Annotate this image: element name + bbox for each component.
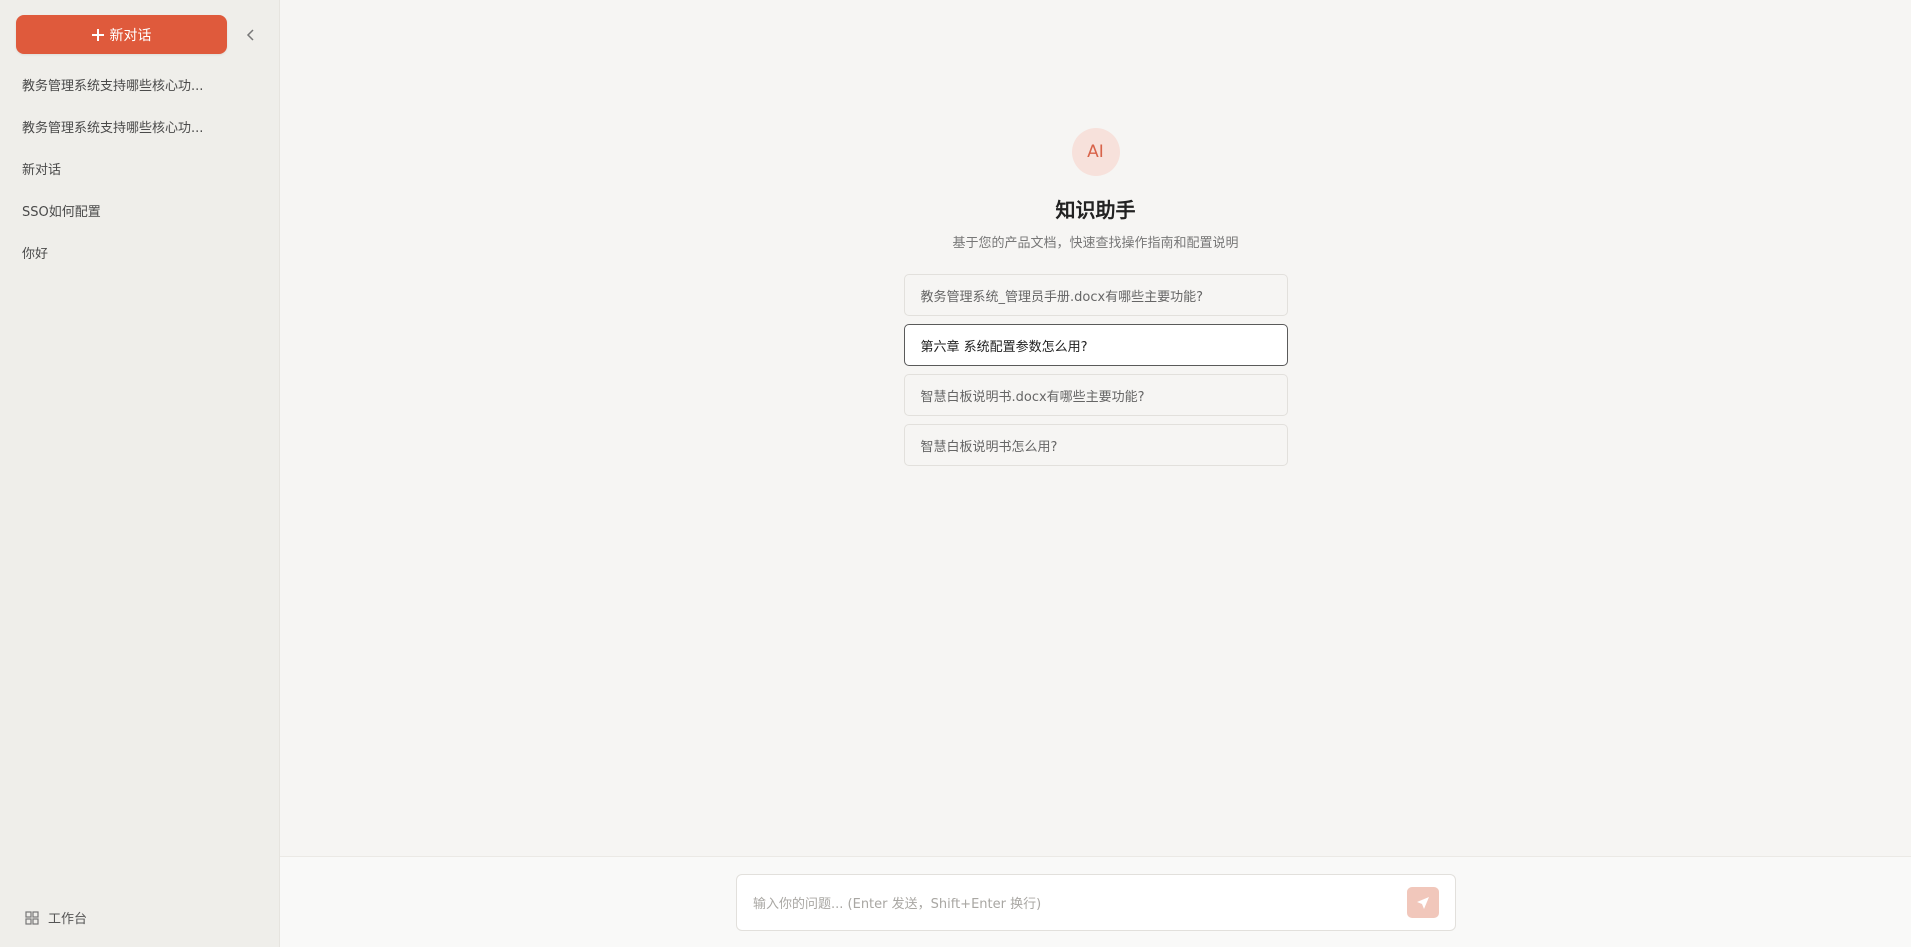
new-chat-button[interactable]: 新对话: [16, 15, 227, 54]
page-subtitle: 基于您的产品文档，快速查找操作指南和配置说明: [952, 236, 1239, 251]
sidebar-header: 新对话: [16, 15, 261, 54]
page-title: 知识助手: [1055, 198, 1136, 222]
question-input[interactable]: [753, 893, 1393, 915]
history-item[interactable]: 教务管理系统支持哪些核心功...: [0, 66, 279, 108]
sidebar: 新对话 教务管理系统支持哪些核心功... 教务管理系统支持哪些核心功... 新对…: [0, 0, 280, 947]
chevron-left-icon: [246, 28, 254, 41]
send-icon: [1417, 896, 1429, 909]
suggestion-item-active[interactable]: 第六章 系统配置参数怎么用?: [903, 324, 1288, 366]
history-item[interactable]: SSO如何配置: [0, 192, 279, 234]
welcome-section: AI 知识助手 基于您的产品文档，快速查找操作指南和配置说明 教务管理系统_管理…: [280, 128, 1911, 466]
workbench-label: 工作台: [48, 912, 88, 927]
history-item[interactable]: 新对话: [0, 150, 279, 192]
collapse-sidebar-button[interactable]: [241, 25, 261, 45]
composer: [736, 874, 1456, 931]
suggestion-item[interactable]: 智慧白板说明书.docx有哪些主要功能?: [903, 374, 1288, 416]
grid-icon: [25, 910, 39, 925]
conversation-history: 教务管理系统支持哪些核心功... 教务管理系统支持哪些核心功... 新对话 SS…: [0, 66, 279, 276]
suggested-questions: 教务管理系统_管理员手册.docx有哪些主要功能? 第六章 系统配置参数怎么用?…: [903, 274, 1288, 466]
main-panel: AI 知识助手 基于您的产品文档，快速查找操作指南和配置说明 教务管理系统_管理…: [280, 0, 1911, 947]
suggestion-item[interactable]: 智慧白板说明书怎么用?: [903, 424, 1288, 466]
history-item[interactable]: 教务管理系统支持哪些核心功...: [0, 108, 279, 150]
workbench-link[interactable]: 工作台: [25, 908, 87, 927]
app-root: 新对话 教务管理系统支持哪些核心功... 教务管理系统支持哪些核心功... 新对…: [0, 0, 1911, 947]
suggestion-item[interactable]: 教务管理系统_管理员手册.docx有哪些主要功能?: [903, 274, 1288, 316]
plus-icon: [91, 28, 104, 41]
send-button[interactable]: [1407, 887, 1439, 918]
history-item[interactable]: 你好: [0, 234, 279, 276]
new-chat-label: 新对话: [109, 27, 152, 44]
composer-area: [280, 856, 1911, 947]
ai-avatar: AI: [1071, 128, 1120, 176]
